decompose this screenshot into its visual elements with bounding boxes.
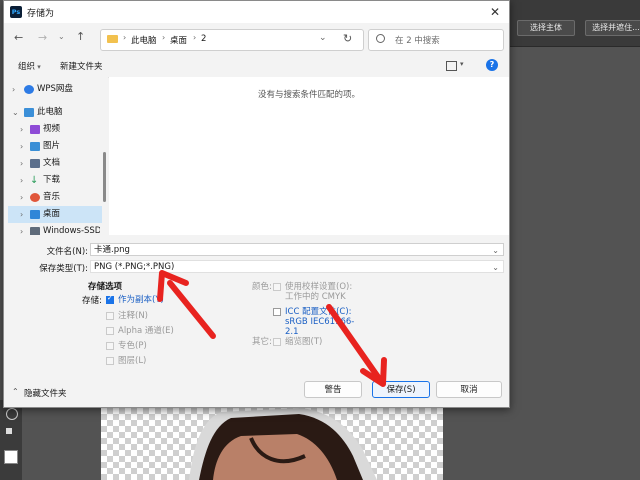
red-arrow-to-save [326,304,381,380]
red-arrow-to-filetype [167,280,216,339]
annotation-arrows [157,270,387,387]
